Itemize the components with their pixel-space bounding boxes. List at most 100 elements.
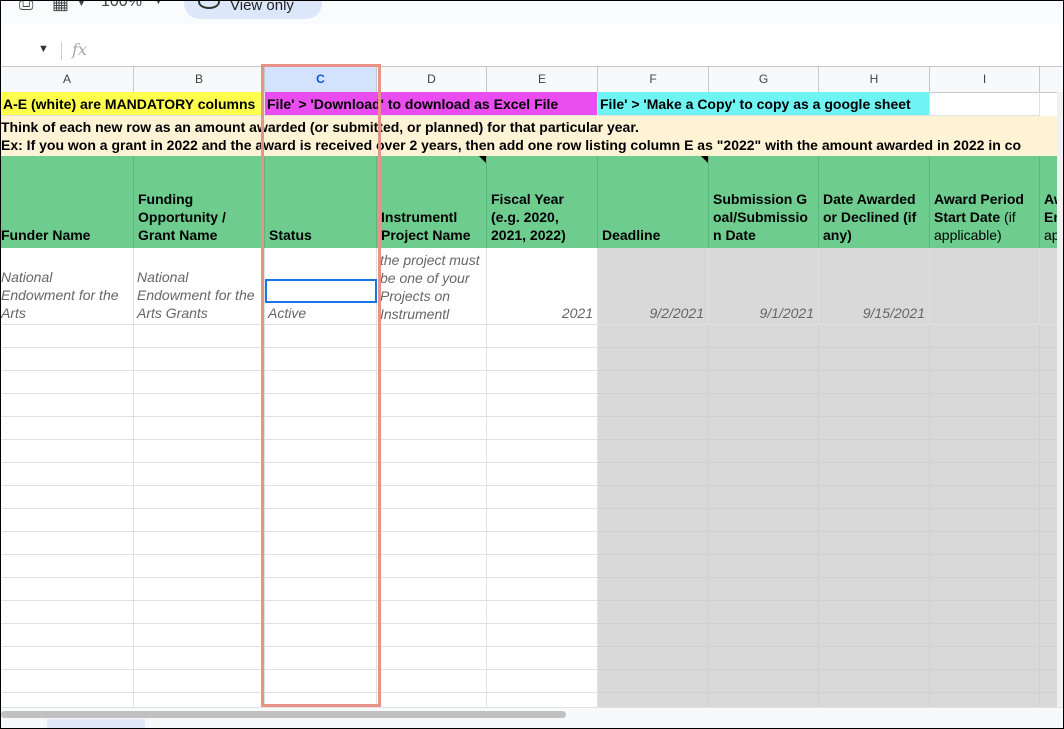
- grid-cell[interactable]: [377, 325, 487, 348]
- grid-cell[interactable]: [487, 371, 598, 394]
- grid-cell[interactable]: [1, 509, 134, 532]
- example-project-name[interactable]: the project must be one of your Projects…: [377, 248, 487, 325]
- grid-cell[interactable]: [487, 578, 598, 601]
- grid-cell[interactable]: [930, 624, 1040, 647]
- grid-cell[interactable]: [819, 509, 930, 532]
- grid-cell[interactable]: [819, 555, 930, 578]
- grid-cell[interactable]: [377, 371, 487, 394]
- print-icon[interactable]: ⎙: [19, 1, 33, 14]
- grid-cell[interactable]: [930, 532, 1040, 555]
- selected-cell[interactable]: [265, 279, 377, 303]
- grid-cell[interactable]: [265, 670, 377, 693]
- table-format-icon[interactable]: ▦: [52, 1, 69, 14]
- grid-cell[interactable]: [1, 325, 134, 348]
- grid-cell[interactable]: [819, 647, 930, 670]
- grid-cell[interactable]: [930, 555, 1040, 578]
- grid-cell[interactable]: [134, 486, 265, 509]
- grid-cell[interactable]: [265, 371, 377, 394]
- grid-cell[interactable]: [265, 509, 377, 532]
- grid-cell[interactable]: [377, 486, 487, 509]
- grid-cell[interactable]: [487, 509, 598, 532]
- column-header-e[interactable]: E: [487, 67, 598, 92]
- grid-cell[interactable]: [709, 325, 819, 348]
- grid-cell[interactable]: [134, 601, 265, 624]
- grid-cell[interactable]: [134, 532, 265, 555]
- grid-cell[interactable]: [598, 394, 709, 417]
- grid-cell[interactable]: [487, 417, 598, 440]
- zoom-chevron-down-icon[interactable]: ▼: [153, 1, 164, 7]
- grid-cell[interactable]: [709, 394, 819, 417]
- grid-cell[interactable]: [134, 624, 265, 647]
- grid-cell[interactable]: [1, 348, 134, 371]
- grid-cell[interactable]: [377, 394, 487, 417]
- example-award-start[interactable]: [930, 248, 1040, 325]
- grid-cell[interactable]: [709, 509, 819, 532]
- grid-cell[interactable]: [709, 532, 819, 555]
- grid-cell[interactable]: [598, 601, 709, 624]
- grid-cell[interactable]: [930, 463, 1040, 486]
- grid-cell[interactable]: [819, 463, 930, 486]
- grid-cell[interactable]: [598, 486, 709, 509]
- grid-cell[interactable]: [487, 440, 598, 463]
- grid-cell[interactable]: [134, 509, 265, 532]
- sheet-tab[interactable]: [47, 719, 145, 728]
- grid-cell[interactable]: [819, 670, 930, 693]
- example-date-awarded[interactable]: 9/15/2021: [819, 248, 930, 325]
- grid-cell[interactable]: [265, 578, 377, 601]
- grid-cell[interactable]: [598, 647, 709, 670]
- column-header-j[interactable]: [1040, 67, 1063, 92]
- grid-cell[interactable]: [819, 624, 930, 647]
- grid-cell[interactable]: [377, 440, 487, 463]
- grid-cell[interactable]: [265, 440, 377, 463]
- grid-cell[interactable]: [134, 325, 265, 348]
- grid-cell[interactable]: [377, 509, 487, 532]
- grid-cell[interactable]: [930, 578, 1040, 601]
- grid-cell[interactable]: [1, 417, 134, 440]
- header-fiscal-year[interactable]: Fiscal Year (e.g. 2020, 2021, 2022): [487, 156, 598, 248]
- column-header-h[interactable]: H: [819, 67, 930, 92]
- grid-cell[interactable]: [487, 348, 598, 371]
- grid-cell[interactable]: [377, 348, 487, 371]
- grid-cell[interactable]: [487, 601, 598, 624]
- grid-cell[interactable]: [930, 509, 1040, 532]
- column-header-d[interactable]: D: [377, 67, 487, 92]
- grid-cell[interactable]: [819, 578, 930, 601]
- grid-cell[interactable]: [1, 394, 134, 417]
- header-date-awarded[interactable]: Date Awarded or Declined (if any): [819, 156, 930, 248]
- grid-cell[interactable]: [709, 578, 819, 601]
- example-fiscal-year[interactable]: 2021: [487, 248, 598, 325]
- grid-cell[interactable]: [1, 624, 134, 647]
- grid-cell[interactable]: [819, 394, 930, 417]
- grid-cell[interactable]: [265, 647, 377, 670]
- column-header-g[interactable]: G: [709, 67, 819, 92]
- column-header-c[interactable]: C: [265, 67, 377, 92]
- grid-cell[interactable]: [377, 670, 487, 693]
- mandatory-columns-note[interactable]: A-E (white) are MANDATORY columns: [1, 92, 265, 116]
- grid-cell[interactable]: [134, 647, 265, 670]
- grid-cell[interactable]: [134, 463, 265, 486]
- grid-cell[interactable]: [598, 463, 709, 486]
- example-submission-date[interactable]: 9/1/2021: [709, 248, 819, 325]
- grid-cell[interactable]: [377, 578, 487, 601]
- grid-cell[interactable]: [930, 670, 1040, 693]
- grid-cell[interactable]: [598, 555, 709, 578]
- header-status[interactable]: Status: [265, 156, 377, 248]
- grid-cell[interactable]: [487, 463, 598, 486]
- example-deadline[interactable]: 9/2/2021: [598, 248, 709, 325]
- grid-cell[interactable]: [265, 394, 377, 417]
- grid-cell[interactable]: [1, 601, 134, 624]
- grid-cell[interactable]: [377, 555, 487, 578]
- grid-cell[interactable]: [598, 670, 709, 693]
- grid-cell[interactable]: [598, 440, 709, 463]
- grid-cell[interactable]: [598, 325, 709, 348]
- header-project-name[interactable]: Instrumentl Project Name: [377, 156, 487, 248]
- grid-cell[interactable]: [377, 417, 487, 440]
- grid-cell[interactable]: [1, 463, 134, 486]
- name-box-dropdown-icon[interactable]: ▼: [38, 43, 49, 55]
- grid-cell[interactable]: [265, 348, 377, 371]
- column-header-b[interactable]: B: [134, 67, 265, 92]
- grid-cell[interactable]: [134, 670, 265, 693]
- grid-cell[interactable]: [377, 532, 487, 555]
- grid-cell[interactable]: [134, 394, 265, 417]
- make-copy-note[interactable]: File' > 'Make a Copy' to copy as a googl…: [598, 92, 930, 116]
